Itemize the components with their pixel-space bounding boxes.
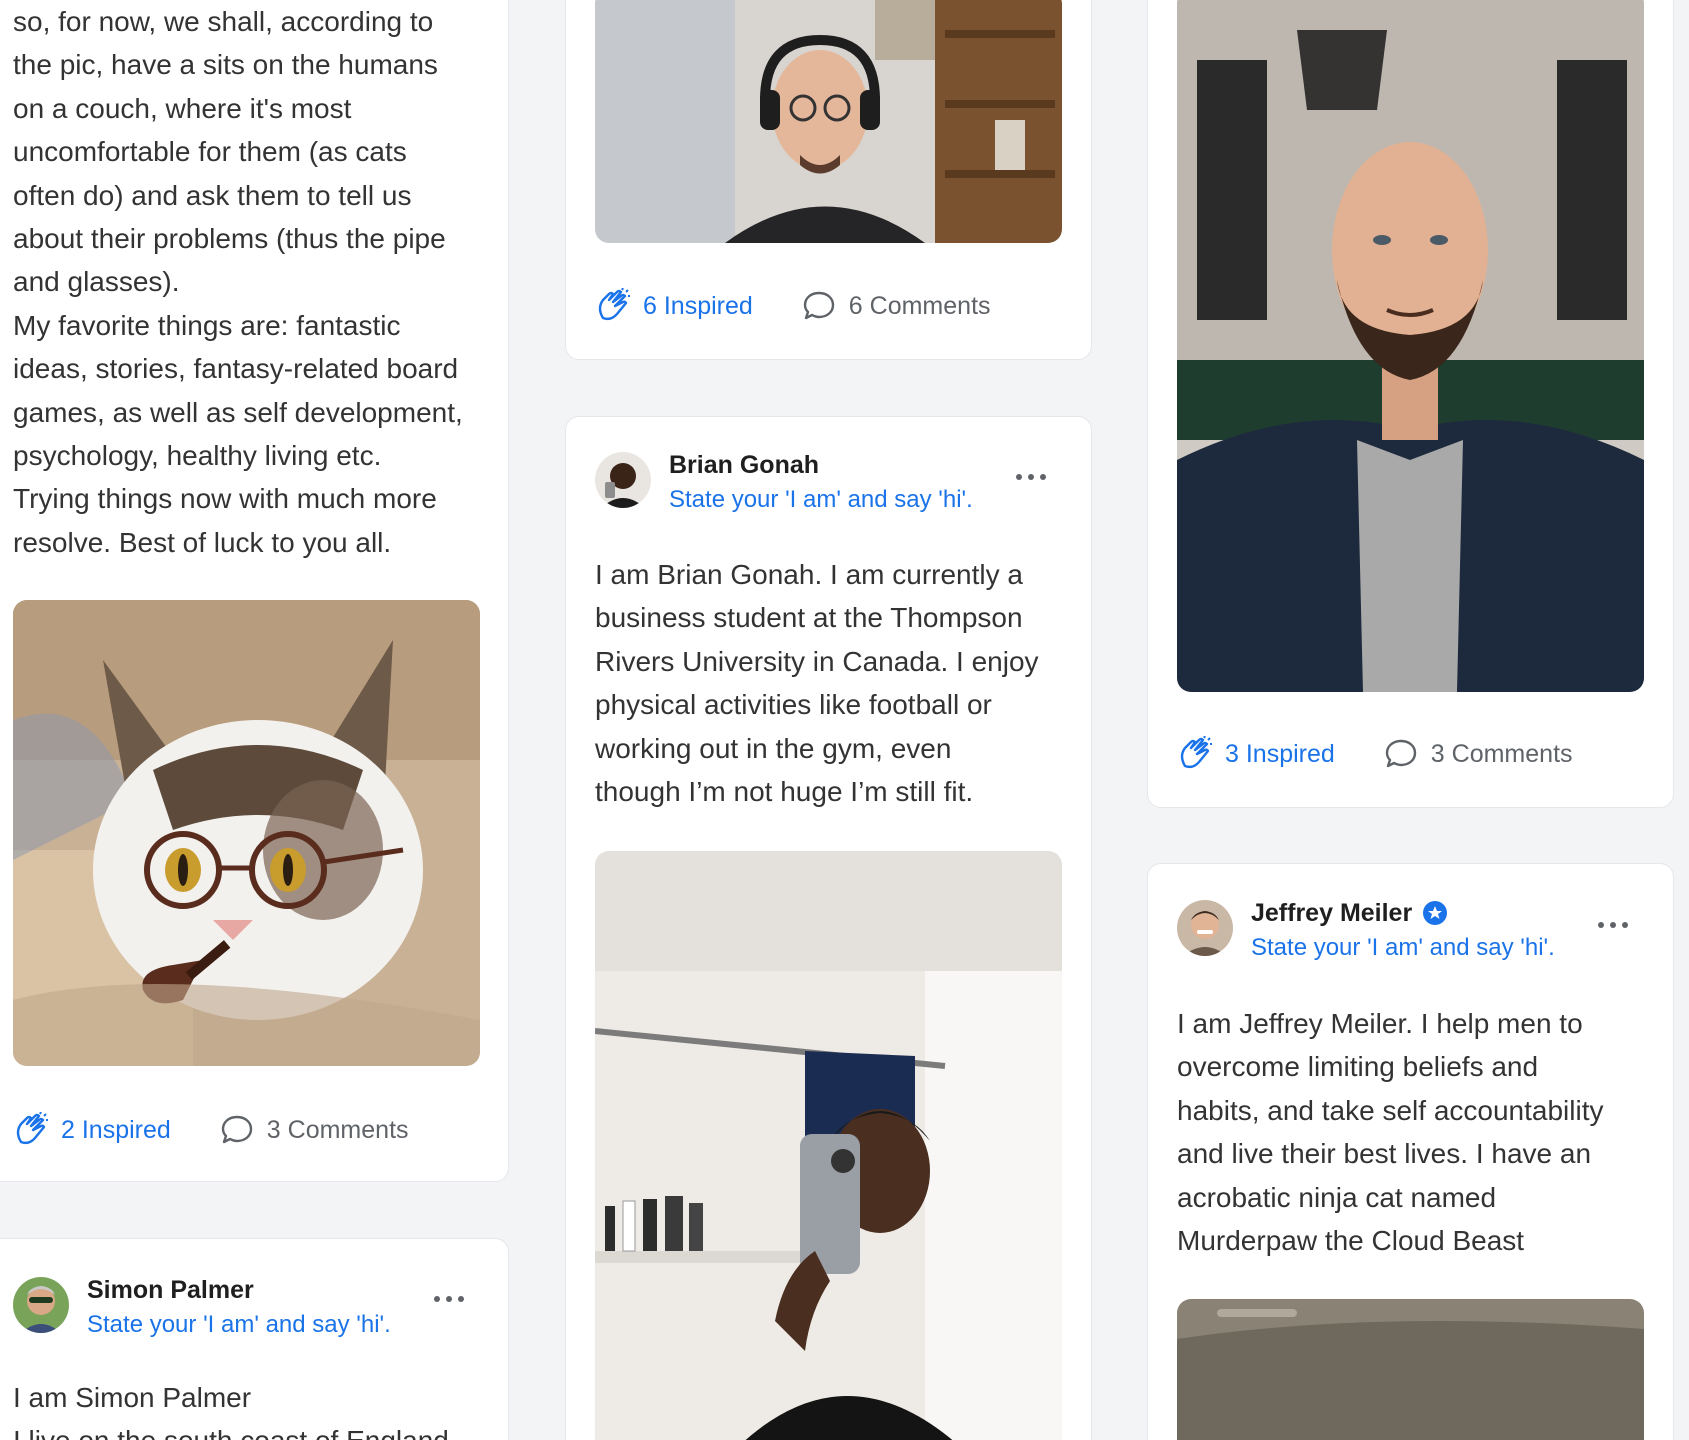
body-line: Rivers University in Canada. I enjoy — [595, 645, 1039, 677]
body-line: I am Brian Gonah. I am currently a — [595, 559, 1023, 590]
post-actions: 6 Inspired 6 Comments — [595, 287, 991, 324]
body-line: about their problems (thus the pipe — [13, 223, 446, 255]
verified-badge-icon — [1422, 900, 1448, 926]
clap-icon — [595, 287, 631, 324]
body-line: I am Jeffrey Meiler. I help men to — [1177, 1008, 1583, 1039]
body-line: so, for now, we shall, according to — [13, 6, 434, 37]
inspired-count: 6 Inspired — [643, 291, 753, 320]
post-header: Simon Palmer State your 'I am' and say '… — [13, 1273, 391, 1343]
avatar[interactable] — [13, 1277, 69, 1333]
body-line: on a couch, where it's most — [13, 92, 352, 124]
body-line: acrobatic ninja cat named — [1177, 1181, 1497, 1213]
post-body: so, for now, we shall, according to the … — [13, 0, 483, 564]
body-line: physical activities like football or — [595, 689, 992, 721]
body-line: overcome limiting beliefs and — [1177, 1051, 1539, 1083]
author-name[interactable]: Brian Gonah — [669, 448, 973, 482]
body-line: psychology, healthy living etc. — [13, 440, 382, 472]
body-line: Trying things now with much more — [13, 483, 437, 515]
post-body: I am Brian Gonah. I am currently a busin… — [595, 553, 1065, 813]
body-line: I live on the south coast of England — [13, 1419, 483, 1440]
body-line: working out in the gym, even — [595, 732, 952, 764]
body-line: resolve. Best of luck to you all. — [13, 526, 392, 558]
author-tagline[interactable]: State your 'I am' and say 'hi'. — [669, 482, 973, 518]
clap-icon — [1177, 735, 1213, 772]
body-line: habits, and take self accountability — [1177, 1094, 1604, 1126]
post-photo-man-with-headphones[interactable] — [595, 0, 1062, 243]
post-photo-cat-partial[interactable] — [1177, 1299, 1644, 1440]
avatar[interactable] — [595, 452, 651, 508]
avatar[interactable] — [1177, 900, 1233, 956]
inspired-button[interactable]: 6 Inspired — [595, 287, 753, 324]
author-name[interactable]: Simon Palmer — [87, 1273, 391, 1307]
body-line: My favorite things are: fantastic — [13, 309, 401, 341]
body-line: and glasses). — [13, 266, 180, 298]
clap-icon — [13, 1111, 49, 1148]
comment-bubble-icon — [801, 288, 837, 324]
comments-count: 3 Comments — [266, 1115, 409, 1144]
post-header: Jeffrey Meiler State your 'I am' and say… — [1177, 896, 1555, 966]
body-line: though I’m not huge I’m still fit. — [595, 776, 974, 808]
post-photo-mirror-selfie[interactable] — [595, 851, 1062, 1440]
author-tagline[interactable]: State your 'I am' and say 'hi'. — [87, 1307, 391, 1343]
body-line: uncomfortable for them (as cats — [13, 136, 407, 168]
comments-button[interactable]: 3 Comments — [219, 1112, 409, 1148]
comment-bubble-icon — [1383, 736, 1419, 772]
inspired-button[interactable]: 3 Inspired — [1177, 735, 1335, 772]
inspired-button[interactable]: 2 Inspired — [13, 1111, 171, 1148]
post-body: I am Jeffrey Meiler. I help men to overc… — [1177, 1002, 1657, 1262]
more-options-icon[interactable] — [1596, 918, 1630, 930]
body-line: Murderpaw the Cloud Beast — [1177, 1225, 1525, 1257]
author-tagline[interactable]: State your 'I am' and say 'hi'. — [1251, 930, 1555, 966]
body-line: business student at the Thompson — [595, 602, 1023, 634]
body-line: often do) and ask them to tell us — [13, 179, 412, 211]
post-photo-bearded-man[interactable] — [1177, 0, 1644, 692]
comments-count: 3 Comments — [1430, 739, 1573, 768]
post-body: I am Simon Palmer I live on the south co… — [13, 1376, 483, 1440]
body-line: games, as well as self development, — [13, 396, 463, 428]
post-actions: 3 Inspired 3 Comments — [1177, 735, 1573, 772]
more-options-icon[interactable] — [1014, 470, 1048, 482]
body-line: ideas, stories, fantasy-related board — [13, 353, 459, 385]
comments-count: 6 Comments — [848, 291, 991, 320]
more-options-icon[interactable] — [432, 1292, 466, 1304]
body-line: I am Simon Palmer — [13, 1382, 252, 1413]
post-header: Brian Gonah State your 'I am' and say 'h… — [595, 448, 973, 518]
post-actions: 2 Inspired 3 Comments — [13, 1111, 409, 1148]
comment-bubble-icon — [219, 1112, 255, 1148]
post-photo-cat-with-glasses[interactable] — [13, 600, 480, 1066]
body-line: the pic, have a sits on the humans — [13, 49, 438, 81]
author-name-text: Jeffrey Meiler — [1251, 898, 1413, 927]
author-name[interactable]: Jeffrey Meiler — [1251, 896, 1555, 930]
comments-button[interactable]: 3 Comments — [1383, 736, 1573, 772]
comments-button[interactable]: 6 Comments — [801, 288, 991, 324]
inspired-count: 2 Inspired — [61, 1115, 171, 1144]
inspired-count: 3 Inspired — [1225, 739, 1335, 768]
body-line: and live their best lives. I have an — [1177, 1138, 1592, 1170]
